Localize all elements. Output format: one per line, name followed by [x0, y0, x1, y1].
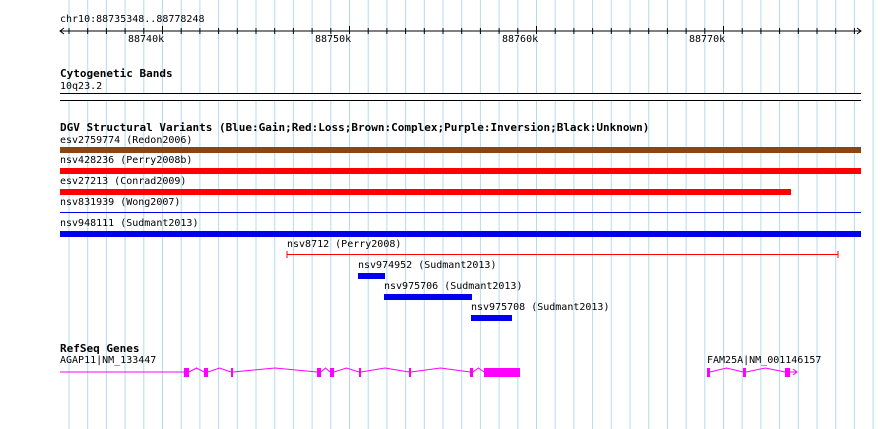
cytoband-track-title: Cytogenetic Bands [60, 67, 173, 80]
variant-bar-nsv428236[interactable] [60, 168, 861, 174]
variant-bar-nsv948111[interactable] [60, 231, 861, 237]
variant-bar-esv27213[interactable] [60, 189, 791, 195]
ruler-tick-label-3: 88760k [502, 34, 539, 45]
variant-bar-nsv975706[interactable] [384, 294, 472, 300]
genome-browser-view: chr10:88735348..88778248 88740k 88750k 8… [0, 0, 890, 429]
gene-model-fam25a[interactable] [0, 360, 890, 390]
refseq-track-title: RefSeq Genes [60, 342, 140, 355]
variant-label: esv2759774 (Redon2006) [60, 135, 193, 146]
variant-label: nsv948111 (Sudmant2013) [60, 218, 199, 229]
variant-label: nsv975706 (Sudmant2013) [384, 281, 523, 292]
fam25a-intron [709, 367, 744, 373]
cytoband-bar[interactable] [60, 93, 861, 101]
ruler-minor-ticks [68, 26, 855, 34]
fam25a-intron [745, 367, 786, 373]
ruler-tick-label-2: 88750k [315, 34, 352, 45]
variant-bar-nsv974952[interactable] [358, 273, 385, 279]
variant-label: esv27213 (Conrad2009) [60, 176, 187, 187]
variant-label: nsv975708 (Sudmant2013) [471, 302, 610, 313]
fam25a-exon [785, 368, 790, 377]
fam25a-exon [707, 368, 710, 377]
variant-label: nsv974952 (Sudmant2013) [358, 260, 497, 271]
variant-label: nsv831939 (Wong2007) [60, 197, 181, 208]
variant-bar-nsv8712[interactable] [285, 250, 841, 259]
cytoband-label: 10q23.2 [60, 81, 103, 92]
ruler-tick-label-4: 88770k [689, 34, 726, 45]
variant-bar-esv2759774[interactable] [60, 147, 861, 153]
variant-bar-nsv975708[interactable] [471, 315, 512, 321]
variant-bar-nsv831939[interactable] [60, 212, 861, 213]
fam25a-exon [743, 368, 746, 377]
variant-label: nsv428236 (Perry2008b) [60, 155, 193, 166]
dgv-track-title: DGV Structural Variants (Blue:Gain;Red:L… [60, 121, 650, 134]
ruler-tick-label-1: 88740k [128, 34, 165, 45]
